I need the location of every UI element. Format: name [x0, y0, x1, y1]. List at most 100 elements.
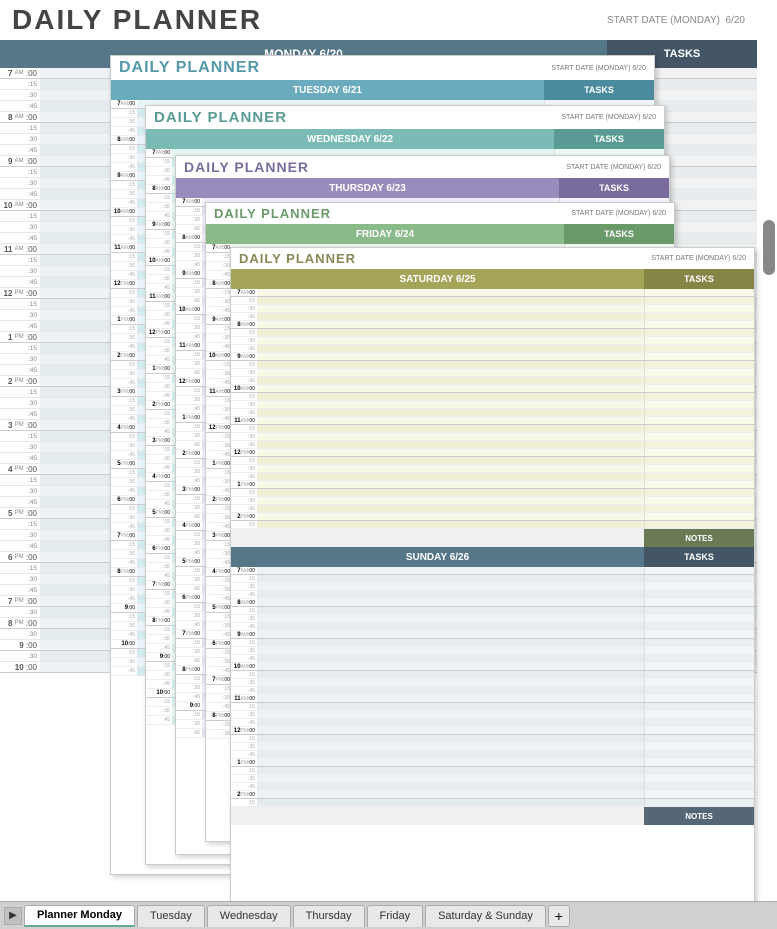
- time-content[interactable]: [257, 751, 644, 758]
- time-content[interactable]: [257, 671, 644, 678]
- time-content[interactable]: [257, 361, 644, 368]
- time-content[interactable]: [257, 631, 644, 638]
- time-content[interactable]: [257, 329, 644, 336]
- time-content[interactable]: [257, 441, 644, 448]
- time-content[interactable]: [257, 345, 644, 352]
- task-cell[interactable]: [644, 449, 754, 456]
- task-cell[interactable]: [644, 775, 754, 782]
- time-content[interactable]: [257, 623, 644, 630]
- task-cell[interactable]: [644, 385, 754, 392]
- task-cell[interactable]: [644, 441, 754, 448]
- task-cell[interactable]: [644, 305, 754, 312]
- time-content[interactable]: [257, 313, 644, 320]
- task-cell[interactable]: [644, 321, 754, 328]
- time-content[interactable]: [257, 647, 644, 654]
- task-cell[interactable]: [644, 489, 754, 496]
- task-cell[interactable]: [644, 727, 754, 734]
- time-content[interactable]: [257, 567, 644, 574]
- time-content[interactable]: [257, 425, 644, 432]
- task-cell[interactable]: [644, 409, 754, 416]
- task-cell[interactable]: [644, 679, 754, 686]
- time-content[interactable]: [257, 575, 644, 582]
- task-cell[interactable]: [644, 623, 754, 630]
- time-content[interactable]: [257, 297, 644, 304]
- time-content[interactable]: [257, 759, 644, 766]
- time-content[interactable]: [257, 321, 644, 328]
- task-cell[interactable]: [644, 425, 754, 432]
- time-content[interactable]: [257, 735, 644, 742]
- time-content[interactable]: [257, 703, 644, 710]
- task-cell[interactable]: [644, 719, 754, 726]
- time-content[interactable]: [257, 655, 644, 662]
- task-cell[interactable]: [644, 497, 754, 504]
- time-content[interactable]: [257, 449, 644, 456]
- task-cell[interactable]: [644, 711, 754, 718]
- task-cell[interactable]: [644, 465, 754, 472]
- task-cell[interactable]: [644, 639, 754, 646]
- task-cell[interactable]: [644, 751, 754, 758]
- task-cell[interactable]: [644, 345, 754, 352]
- time-content[interactable]: [257, 305, 644, 312]
- time-content[interactable]: [257, 799, 644, 806]
- task-cell[interactable]: [644, 361, 754, 368]
- time-content[interactable]: [257, 481, 644, 488]
- task-cell[interactable]: [644, 591, 754, 598]
- task-cell[interactable]: [644, 743, 754, 750]
- task-cell[interactable]: [644, 313, 754, 320]
- time-content[interactable]: [257, 489, 644, 496]
- time-content[interactable]: [257, 513, 644, 520]
- task-cell[interactable]: [644, 687, 754, 694]
- time-content[interactable]: [257, 521, 644, 528]
- time-content[interactable]: [257, 639, 644, 646]
- time-content[interactable]: [257, 473, 644, 480]
- tab-saturday-sunday[interactable]: Saturday & Sunday: [425, 905, 546, 927]
- time-content[interactable]: [257, 337, 644, 344]
- time-content[interactable]: [257, 433, 644, 440]
- time-content[interactable]: [257, 369, 644, 376]
- task-cell[interactable]: [644, 799, 754, 806]
- time-content[interactable]: [257, 711, 644, 718]
- task-cell[interactable]: [644, 567, 754, 574]
- tab-wednesday[interactable]: Wednesday: [207, 905, 291, 927]
- task-cell[interactable]: [644, 433, 754, 440]
- task-cell[interactable]: [644, 393, 754, 400]
- time-content[interactable]: [257, 353, 644, 360]
- task-cell[interactable]: [644, 377, 754, 384]
- task-cell[interactable]: [644, 369, 754, 376]
- task-cell[interactable]: [644, 695, 754, 702]
- task-cell[interactable]: [644, 759, 754, 766]
- time-content[interactable]: [257, 591, 644, 598]
- time-content[interactable]: [257, 767, 644, 774]
- task-cell[interactable]: [644, 337, 754, 344]
- time-content[interactable]: [257, 409, 644, 416]
- time-content[interactable]: [257, 783, 644, 790]
- task-cell[interactable]: [644, 353, 754, 360]
- task-cell[interactable]: [644, 655, 754, 662]
- task-cell[interactable]: [644, 329, 754, 336]
- task-cell[interactable]: [644, 297, 754, 304]
- time-content[interactable]: [257, 377, 644, 384]
- task-cell[interactable]: [644, 735, 754, 742]
- task-cell[interactable]: [644, 513, 754, 520]
- time-content[interactable]: [257, 599, 644, 606]
- task-cell[interactable]: [644, 417, 754, 424]
- task-cell[interactable]: [644, 663, 754, 670]
- task-cell[interactable]: [644, 457, 754, 464]
- add-tab-button[interactable]: +: [548, 905, 570, 927]
- time-content[interactable]: [257, 791, 644, 798]
- task-cell[interactable]: [644, 647, 754, 654]
- task-cell[interactable]: [644, 401, 754, 408]
- time-content[interactable]: [257, 679, 644, 686]
- time-content[interactable]: [257, 505, 644, 512]
- time-content[interactable]: [257, 743, 644, 750]
- time-content[interactable]: [257, 719, 644, 726]
- task-cell[interactable]: [644, 767, 754, 774]
- time-content[interactable]: [257, 289, 644, 296]
- task-cell[interactable]: [644, 607, 754, 614]
- time-content[interactable]: [257, 417, 644, 424]
- task-cell[interactable]: [644, 615, 754, 622]
- time-content[interactable]: [257, 465, 644, 472]
- time-content[interactable]: [257, 775, 644, 782]
- tab-thursday[interactable]: Thursday: [293, 905, 365, 927]
- time-content[interactable]: [257, 401, 644, 408]
